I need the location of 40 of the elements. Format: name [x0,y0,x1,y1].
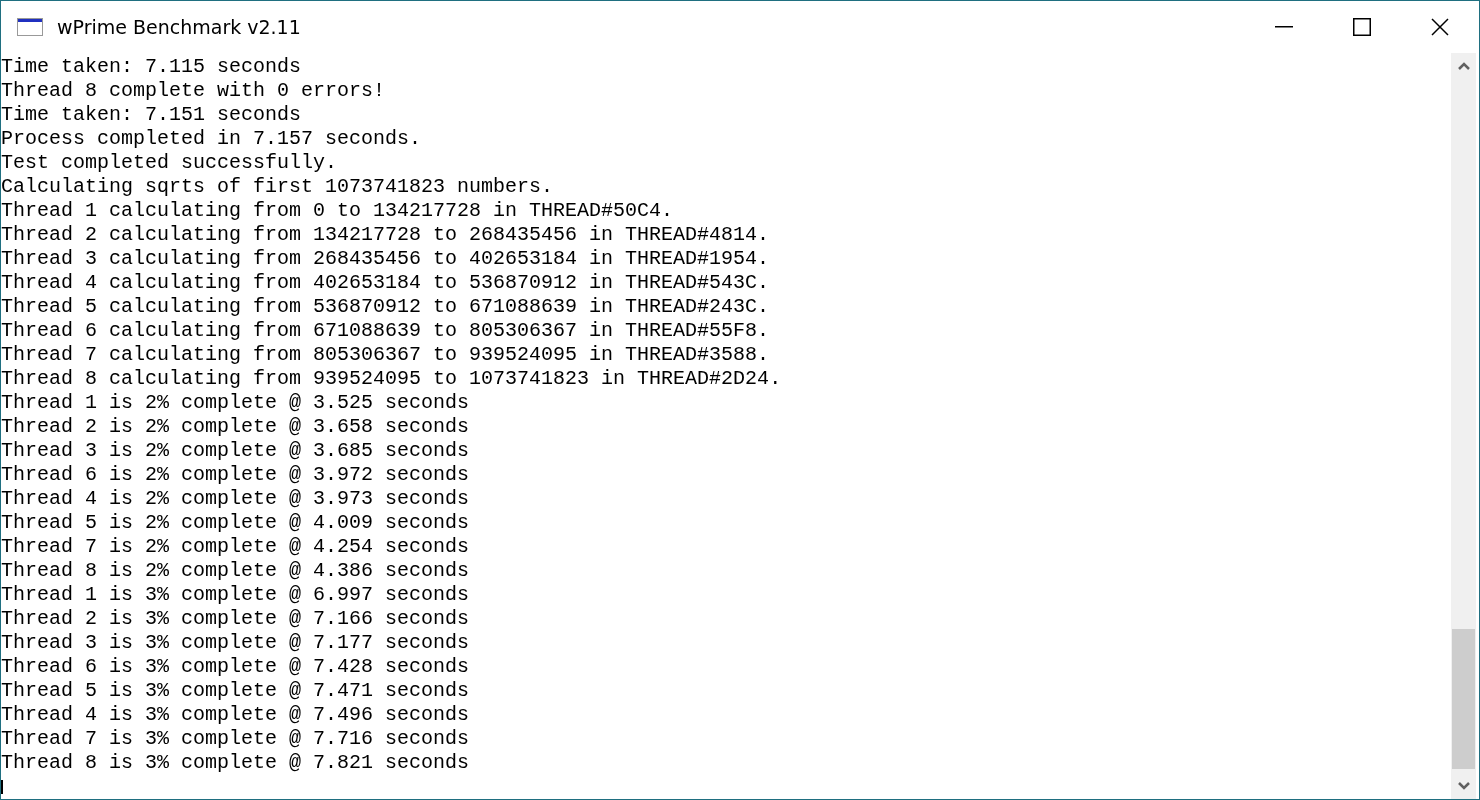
log-line: Thread 3 is 2% complete @ 3.685 seconds [1,439,470,463]
chevron-down-icon [1457,782,1470,790]
text-cursor [1,780,3,794]
log-line: Thread 5 is 3% complete @ 7.471 seconds [1,679,470,703]
log-line: Thread 2 calculating from 134217728 to 268435456 in THREAD#4814. [1,223,770,247]
vertical-scrollbar[interactable] [1451,53,1476,799]
log-line: Thread 7 is 3% complete @ 7.716 seconds [1,727,470,751]
log-line: Thread 8 complete with 0 errors! [1,79,386,103]
log-line: Thread 6 is 3% complete @ 7.428 seconds [1,655,470,679]
log-line: Thread 4 is 3% complete @ 7.496 seconds [1,703,470,727]
chevron-up-icon [1457,62,1470,70]
log-line: Process completed in 7.157 seconds. [1,127,422,151]
log-line: Test completed successfully. [1,151,338,175]
log-line: Thread 6 is 2% complete @ 3.972 seconds [1,463,470,487]
maximize-icon [1353,18,1371,36]
window-title: wPrime Benchmark v2.11 [57,16,301,38]
log-line: Time taken: 7.151 seconds [1,103,302,127]
log-line: Thread 7 is 2% complete @ 4.254 seconds [1,535,470,559]
log-line: Thread 3 calculating from 268435456 to 402653184 in THREAD#1954. [1,247,770,271]
log-line: Thread 7 calculating from 805306367 to 939524095 in THREAD#3588. [1,343,770,367]
log-line: Thread 5 is 2% complete @ 4.009 seconds [1,511,470,535]
log-line: Thread 1 is 3% complete @ 6.997 seconds [1,583,470,607]
log-line: Thread 2 is 3% complete @ 7.166 seconds [1,607,470,631]
log-line: Thread 6 calculating from 671088639 to 805306367 in THREAD#55F8. [1,319,770,343]
log-line: Thread 3 is 3% complete @ 7.177 seconds [1,631,470,655]
log-line: Thread 1 is 2% complete @ 3.525 seconds [1,391,470,415]
log-line: Thread 8 is 3% complete @ 7.821 seconds [1,751,470,775]
window-icon [17,18,43,36]
minimize-icon [1275,26,1293,28]
log-line: Thread 4 is 2% complete @ 3.973 seconds [1,487,470,511]
log-line: Time taken: 7.115 seconds [1,55,302,79]
log-line: Thread 8 calculating from 939524095 to 1073741823 in THREAD#2D24. [1,367,782,391]
log-line: Calculating sqrts of first 1073741823 numbers. [1,175,554,199]
log-line: Thread 5 calculating from 536870912 to 671088639 in THREAD#243C. [1,295,770,319]
close-icon [1431,18,1449,36]
log-line: Thread 2 is 2% complete @ 3.658 seconds [1,415,470,439]
log-line: Thread 8 is 2% complete @ 4.386 seconds [1,559,470,583]
log-line: Thread 1 calculating from 0 to 134217728 in THREAD#50C4. [1,199,674,223]
log-line: Thread 4 calculating from 402653184 to 536870912 in THREAD#543C. [1,271,770,295]
scrollbar-thumb[interactable] [1452,629,1475,769]
